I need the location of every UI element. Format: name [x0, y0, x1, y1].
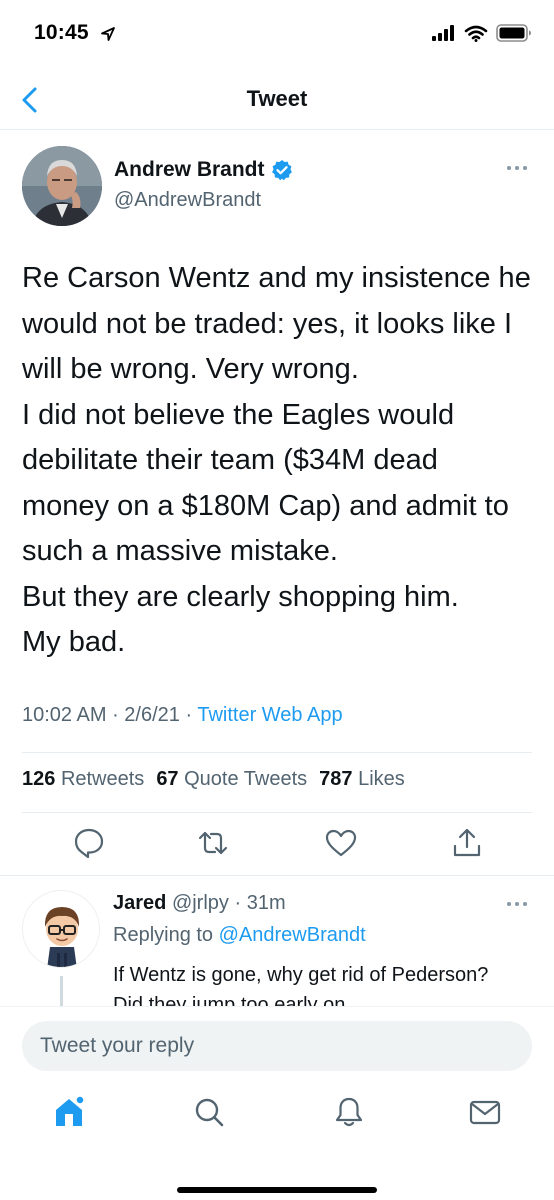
- status-bar: 10:45: [0, 0, 554, 70]
- tweet-actions: [0, 826, 554, 866]
- location-arrow-icon: [101, 27, 115, 41]
- reply-header: Jared @jrlpy · 31m: [113, 892, 286, 915]
- author-photo: [22, 146, 102, 226]
- retweet-icon[interactable]: [196, 826, 230, 860]
- reply-avatar[interactable]: [22, 890, 100, 968]
- replying-to-handle-link[interactable]: @AndrewBrandt: [219, 924, 366, 946]
- home-indicator: [177, 1187, 377, 1193]
- replying-to: Replying to @AndrewBrandt: [113, 924, 366, 947]
- battery-icon: [496, 24, 531, 42]
- more-horizontal-icon[interactable]: [506, 900, 528, 908]
- likes-count: 787: [319, 768, 353, 790]
- retweets-count: 126: [22, 768, 56, 790]
- wifi-icon: [464, 25, 488, 42]
- divider: [22, 752, 532, 753]
- nav-header: Tweet: [0, 70, 554, 130]
- author-avatar[interactable]: [22, 146, 102, 226]
- reply-icon[interactable]: [72, 826, 106, 860]
- reply-avatar-image: [23, 891, 99, 967]
- divider: [22, 812, 532, 813]
- reply-tweet[interactable]: Jared @jrlpy · 31m Replying to @AndrewBr…: [0, 875, 554, 1016]
- meta-separator: ·: [112, 704, 125, 726]
- home-icon[interactable]: [52, 1095, 86, 1129]
- more-horizontal-icon[interactable]: [506, 164, 528, 172]
- tweet-time: 10:02 AM: [22, 704, 107, 726]
- replying-to-label: Replying to: [113, 924, 214, 946]
- author-name[interactable]: Andrew Brandt: [114, 158, 265, 182]
- tweet-stats: 126 Retweets 67 Quote Tweets 787 Likes: [22, 768, 405, 791]
- bottom-bar: Tweet your reply: [0, 1006, 554, 1200]
- verified-badge-icon: [271, 160, 292, 181]
- status-time: 10:45: [34, 21, 89, 44]
- quotes-label: Quote Tweets: [184, 768, 308, 790]
- page-title: Tweet: [246, 86, 308, 111]
- retweets-stat[interactable]: 126 Retweets: [22, 768, 144, 791]
- tab-bar: [0, 1095, 554, 1135]
- tweet-text: Re Carson Wentz and my insistence he wou…: [22, 262, 531, 658]
- status-indicators: [432, 24, 532, 42]
- bell-icon[interactable]: [332, 1095, 366, 1129]
- reply-author-handle[interactable]: @jrlpy: [172, 892, 229, 914]
- likes-stat[interactable]: 787 Likes: [319, 768, 405, 791]
- share-icon[interactable]: [450, 826, 484, 860]
- mail-icon[interactable]: [468, 1095, 502, 1129]
- author-handle[interactable]: @AndrewBrandt: [114, 189, 261, 212]
- heart-icon[interactable]: [324, 826, 358, 860]
- quotes-count: 67: [156, 768, 179, 790]
- search-icon[interactable]: [192, 1095, 226, 1129]
- tweet-source-link[interactable]: Twitter Web App: [197, 704, 342, 726]
- reply-composer-input[interactable]: Tweet your reply: [22, 1021, 532, 1071]
- reply-age: 31m: [246, 892, 286, 914]
- quotes-stat[interactable]: 67 Quote Tweets: [156, 768, 307, 791]
- retweets-label: Retweets: [60, 768, 145, 790]
- cellular-signal-icon: [432, 25, 454, 41]
- meta-separator: ·: [228, 892, 247, 914]
- reply-author-name[interactable]: Jared: [113, 892, 166, 914]
- author-name-row: Andrew Brandt: [114, 158, 293, 182]
- tweet-meta: 10:02 AM · 2/6/21 · Twitter Web App: [22, 704, 343, 727]
- likes-label: Likes: [358, 768, 405, 790]
- tweet-date: 2/6/21: [124, 704, 180, 726]
- meta-separator: ·: [185, 704, 198, 726]
